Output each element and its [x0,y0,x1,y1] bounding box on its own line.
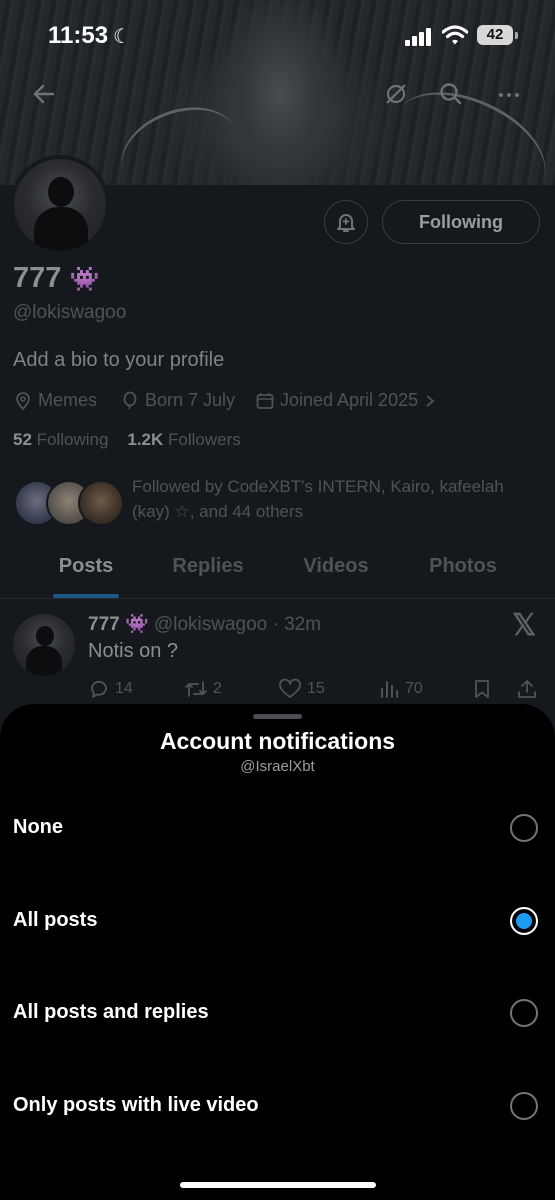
profile-tabs: Posts Replies Videos Photos [0,548,555,599]
signal-icon [405,28,431,46]
sheet-grabber[interactable] [253,714,302,719]
location-icon [16,391,30,410]
x-logo-icon: 𝕏 [512,609,537,642]
follow-counts: 52 Following 1.2K Followers [13,430,241,450]
bell-icon [337,214,355,232]
chevron-right-icon [426,394,435,407]
option-all-posts-and-replies[interactable]: All posts and replies [0,977,555,1049]
following-button[interactable]: Following [382,200,540,244]
share-button[interactable] [516,678,538,700]
option-all-posts[interactable]: All posts [0,885,555,957]
option-label: All posts [13,909,98,931]
status-bar: 11:53 ☾ 42 [0,0,555,70]
tab-videos[interactable]: Videos [280,548,392,598]
followed-by-text[interactable]: Followed by CodeXBT's INTERN, Kairo, kaf… [132,474,537,524]
radio-button-selected[interactable] [510,907,538,935]
avatar [78,480,124,526]
option-label: None [13,816,63,838]
more-icon[interactable] [491,80,527,116]
profile-location: Memes [13,390,97,411]
slash-circle-icon[interactable] [378,80,414,116]
following-count-link[interactable]: 52 Following [13,430,108,449]
active-tab-indicator [53,594,119,598]
bookmark-icon [475,680,489,698]
radio-button[interactable] [510,999,538,1027]
battery-icon: 42 [477,25,513,45]
balloon-icon [123,391,137,409]
option-label: Only posts with live video [13,1094,259,1116]
back-arrow-icon[interactable] [26,80,62,116]
search-icon[interactable] [433,80,469,116]
option-label: All posts and replies [13,1001,209,1023]
battery-cap [515,32,518,39]
radio-button[interactable] [510,1092,538,1120]
like-button[interactable]: 15 [278,678,325,700]
notification-bell-button[interactable] [324,200,368,244]
profile-avatar[interactable] [10,155,110,255]
tab-replies[interactable]: Replies [152,548,264,598]
sheet-subtitle: @IsraelXbt [240,758,315,775]
share-icon [518,680,536,698]
notifications-sheet: Account notifications @IsraelXbt None Al… [0,704,555,1200]
home-indicator[interactable] [180,1182,376,1188]
profile-bio: Add a bio to your profile [13,349,225,371]
followers-count-link[interactable]: 1.2K Followers [127,430,240,449]
reply-icon [91,680,107,698]
post-actions: 14 2 15 70 [88,678,543,702]
status-time: 11:53 [48,22,109,49]
views-button[interactable]: 70 [378,678,423,700]
wifi-icon [442,25,468,45]
repost-icon [185,681,207,697]
sheet-title: Account notifications [159,728,396,754]
moon-icon: ☾ [113,26,131,48]
post-header: 777 👾 @lokiswagoo · 32m [88,614,322,635]
mutual-followers-avatars[interactable] [14,480,124,526]
profile-name: 777 👾 [13,262,100,294]
profile-joined[interactable]: Joined April 2025 [255,390,437,411]
like-icon [279,678,301,698]
option-none[interactable]: None [0,792,555,864]
post-avatar[interactable] [13,614,75,676]
radio-button[interactable] [510,814,538,842]
reply-button[interactable]: 14 [88,678,133,700]
option-live-video[interactable]: Only posts with live video [0,1070,555,1142]
bookmark-button[interactable] [471,678,493,700]
profile-screen: 11:53 ☾ 42 Following 777 👾 @lokiswagoo A… [0,0,555,1200]
repost-button[interactable]: 2 [184,678,222,700]
post-text: Notis on ? [88,640,179,662]
profile-handle: @lokiswagoo [13,302,127,323]
profile-birthday: Born 7 July [120,390,235,411]
tab-photos[interactable]: Photos [407,548,519,598]
views-icon [381,681,398,698]
tab-posts[interactable]: Posts [30,548,142,598]
calendar-icon [256,392,274,409]
